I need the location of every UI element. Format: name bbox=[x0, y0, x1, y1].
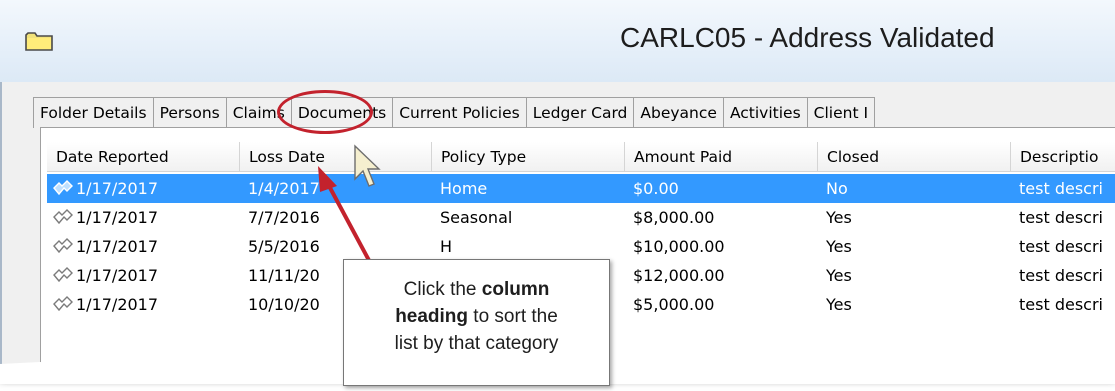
instruction-callout: Click the column heading to sort the lis… bbox=[343, 259, 610, 386]
callout-line-1: Click the column bbox=[344, 276, 609, 303]
annotation-arrow-line bbox=[326, 183, 374, 267]
annotation-arrow-head bbox=[318, 166, 337, 192]
callout-bold-text: heading bbox=[395, 306, 469, 327]
mouse-cursor-icon bbox=[354, 144, 381, 187]
callout-line-2: heading to sort the bbox=[344, 303, 609, 330]
callout-bold-text: column bbox=[481, 279, 550, 300]
callout-line-3: list by that category bbox=[394, 333, 559, 354]
callout-text: Click the bbox=[403, 279, 482, 300]
callout-text: to sort the bbox=[468, 306, 558, 327]
